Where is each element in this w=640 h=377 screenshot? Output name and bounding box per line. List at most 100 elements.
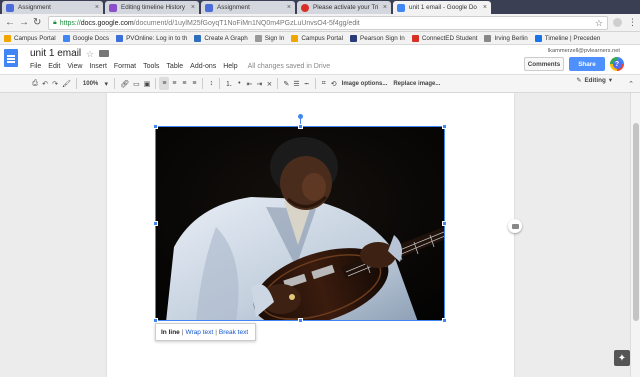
browser-tab-active[interactable]: unit 1 email - Google Do × <box>393 1 491 14</box>
close-icon[interactable]: × <box>483 4 487 11</box>
bookmark-item[interactable]: Irving Berlin <box>484 34 528 42</box>
crop-icon[interactable]: ⌗ <box>319 77 329 90</box>
extension-icon[interactable] <box>613 18 622 27</box>
docs-home-icon[interactable] <box>4 49 18 67</box>
comment-icon[interactable]: ▭ <box>131 77 142 90</box>
tab-favicon-icon <box>109 3 117 12</box>
paint-format-icon[interactable]: 🖌︎ <box>60 77 73 90</box>
menu-addons[interactable]: Add-ons <box>190 63 216 70</box>
reset-image-icon[interactable]: ⟲ <box>329 77 339 90</box>
account-avatar[interactable]: ? <box>610 57 624 71</box>
close-icon[interactable]: × <box>383 4 387 11</box>
bulleted-list-icon[interactable]: • <box>234 77 244 90</box>
close-icon[interactable]: × <box>287 4 291 11</box>
menu-table[interactable]: Table <box>166 63 183 70</box>
bookmark-favicon-icon <box>350 34 357 42</box>
browser-tab[interactable]: Please activate your Tri × <box>297 1 391 14</box>
resize-handle-se[interactable] <box>442 318 447 323</box>
add-comment-button[interactable] <box>508 219 522 233</box>
bookmark-item[interactable]: ConnectED Student <box>411 34 477 42</box>
back-arrow-icon[interactable]: ← <box>5 17 15 28</box>
explore-icon[interactable]: ✦ <box>614 350 630 366</box>
undo-icon[interactable]: ↶ <box>40 77 50 90</box>
chevron-down-icon[interactable]: ▾ <box>101 77 111 90</box>
numbered-list-icon[interactable]: ⒈ <box>223 77 234 90</box>
redo-icon[interactable]: ↷ <box>50 77 60 90</box>
forward-arrow-icon[interactable]: → <box>19 17 29 28</box>
bookmark-star-icon[interactable]: ☆ <box>595 18 603 29</box>
bookmark-item[interactable]: Pearson Sign In <box>350 34 405 42</box>
zoom-select[interactable]: 100% <box>80 77 101 90</box>
menu-help[interactable]: Help <box>223 63 237 70</box>
align-right-icon[interactable]: ≡ <box>179 77 189 90</box>
replace-image-button[interactable]: Replace image... <box>390 77 443 90</box>
resize-handle-n[interactable] <box>298 124 303 129</box>
close-icon[interactable]: × <box>95 4 99 11</box>
menu-format[interactable]: Format <box>114 63 136 70</box>
browser-menu-icon[interactable]: ⋮ <box>628 17 637 28</box>
browser-tab[interactable]: Assignment × <box>201 1 295 14</box>
bookmark-label: Irving Berlin <box>494 34 528 42</box>
comments-button[interactable]: Comments <box>524 57 564 71</box>
menu-edit[interactable]: Edit <box>48 63 60 70</box>
editing-mode-select[interactable]: ✎ Editing ▾ <box>576 77 612 84</box>
save-status[interactable]: All changes saved in Drive <box>248 63 331 70</box>
close-icon[interactable]: × <box>191 4 195 11</box>
bookmark-favicon-icon <box>254 34 262 42</box>
address-bar-row: ← → ↻ 🔒︎ https:// docs.google.com /docum… <box>0 14 640 32</box>
bookmark-item[interactable]: Campus Portal <box>291 34 343 42</box>
resize-handle-e[interactable] <box>442 221 447 226</box>
border-weight-icon[interactable]: ☰ <box>291 77 301 90</box>
bookmark-label: PVOnline: Log in to th <box>126 34 188 42</box>
print-icon[interactable]: ⎙ <box>30 77 40 90</box>
resize-handle-s[interactable] <box>298 318 303 323</box>
border-dash-icon[interactable]: ┅ <box>302 77 312 90</box>
vertical-scrollbar[interactable] <box>630 93 640 377</box>
bookmark-item[interactable]: Campus Portal <box>4 34 56 42</box>
toolbar-divider <box>277 78 279 89</box>
menu-insert[interactable]: Insert <box>89 63 107 70</box>
toolbar-divider <box>314 78 316 89</box>
bookmark-item[interactable]: Timeline | Preceden <box>534 34 600 42</box>
insert-image-icon[interactable]: ▣ <box>142 77 153 90</box>
wrap-text-option[interactable]: Wrap text <box>185 329 213 336</box>
border-color-icon[interactable]: ✎ <box>281 77 291 90</box>
url-domain: docs.google.com <box>80 19 134 27</box>
bookmark-label: Sign In <box>264 34 285 42</box>
bookmark-item[interactable]: PVOnline: Log in to th <box>116 34 188 42</box>
decrease-indent-icon[interactable]: ⇤ <box>244 77 254 90</box>
document-title[interactable]: unit 1 email <box>30 48 81 59</box>
align-left-icon[interactable]: ≡ <box>159 77 170 90</box>
folder-icon[interactable] <box>99 50 109 57</box>
star-icon[interactable]: ☆ <box>86 49 94 60</box>
line-spacing-icon[interactable]: ↕ <box>206 77 216 90</box>
clear-formatting-icon[interactable]: ⨯ <box>264 77 274 90</box>
bookmark-item[interactable]: Sign In <box>254 34 285 42</box>
link-icon[interactable]: 🔗︎ <box>118 77 131 90</box>
tab-label: Assignment <box>18 4 51 11</box>
tab-favicon-icon <box>205 3 213 12</box>
bookmark-item[interactable]: Create A Graph <box>194 34 248 42</box>
align-justify-icon[interactable]: ≡ <box>189 77 199 90</box>
menu-tools[interactable]: Tools <box>143 63 159 70</box>
image-options-button[interactable]: Image options... <box>339 77 391 90</box>
collapse-menus-icon[interactable]: ⌃ <box>626 77 636 90</box>
reload-icon[interactable]: ↻ <box>33 17 41 28</box>
wrap-inline-option[interactable]: In line <box>161 329 180 336</box>
menu-file[interactable]: File <box>30 63 41 70</box>
align-center-icon[interactable]: ≡ <box>169 77 179 90</box>
selected-image[interactable] <box>155 126 445 321</box>
increase-indent-icon[interactable]: ⇥ <box>254 77 264 90</box>
bookmark-item[interactable]: Google Docs <box>62 34 109 42</box>
menu-view[interactable]: View <box>67 63 82 70</box>
resize-handle-w[interactable] <box>153 221 158 226</box>
break-text-option[interactable]: Break text <box>219 329 248 336</box>
url-input[interactable]: 🔒︎ https:// docs.google.com /document/d/… <box>48 16 608 30</box>
browser-tab[interactable]: Editing timeline History × <box>105 1 199 14</box>
resize-handle-nw[interactable] <box>153 124 158 129</box>
browser-tab[interactable]: Assignment × <box>2 1 103 14</box>
share-button[interactable]: Share <box>569 57 605 71</box>
resize-handle-ne[interactable] <box>442 124 447 129</box>
scrollbar-thumb[interactable] <box>633 123 639 321</box>
tab-favicon-icon <box>6 3 14 12</box>
